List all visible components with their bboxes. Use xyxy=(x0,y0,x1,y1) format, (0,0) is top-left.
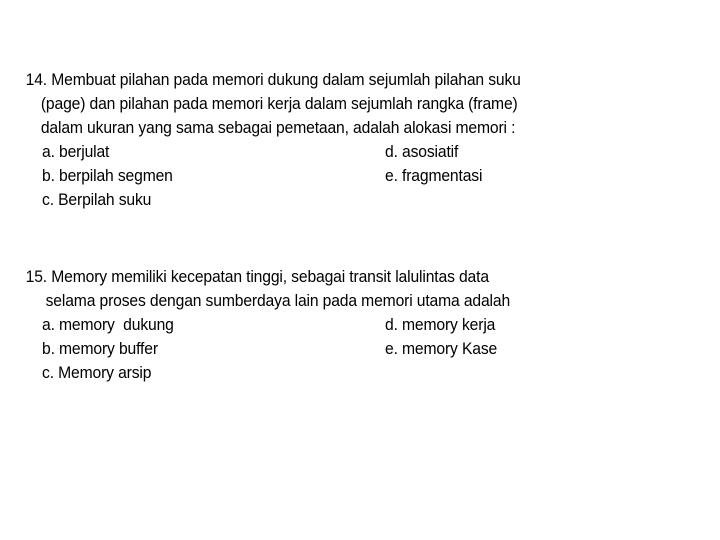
question-14-option-c[interactable]: c. Berpilah suku xyxy=(42,188,151,212)
question-15-stem-line-2: selama proses dengan sumberdaya lain pad… xyxy=(45,292,511,310)
question-15-option-a[interactable]: a. memory dukung xyxy=(42,313,174,337)
question-15-option-row-2: b. memory buffer e. memory Kase xyxy=(0,337,720,361)
slide-canvas: 14. Membuat pilahan pada memori dukung d… xyxy=(0,0,720,540)
question-15-stem-line-1: 15. Memory memiliki kecepatan tinggi, se… xyxy=(25,268,489,286)
question-14-option-row-3: c. Berpilah suku xyxy=(0,188,720,212)
question-14-option-d[interactable]: d. asosiatif xyxy=(385,140,458,164)
question-15-option-b[interactable]: b. memory buffer xyxy=(42,337,158,361)
question-15-option-e[interactable]: e. memory Kase xyxy=(385,337,497,361)
question-14-option-row-1: a. berjulat d. asosiatif xyxy=(0,140,720,164)
question-14-stem-line-1: 14. Membuat pilahan pada memori dukung d… xyxy=(25,71,521,89)
question-15-option-row-3: c. Memory arsip xyxy=(0,361,720,385)
question-block-15: 15. Memory memiliki kecepatan tinggi, se… xyxy=(0,265,720,385)
question-15-option-row-1: a. memory dukung d. memory kerja xyxy=(0,313,720,337)
question-14-option-e[interactable]: e. fragmentasi xyxy=(385,164,482,188)
question-15-option-c[interactable]: c. Memory arsip xyxy=(42,361,151,385)
question-14-option-row-2: b. berpilah segmen e. fragmentasi xyxy=(0,164,720,188)
question-14-option-a[interactable]: a. berjulat xyxy=(42,140,109,164)
question-14-option-b[interactable]: b. berpilah segmen xyxy=(42,164,173,188)
question-14-stem-line-2: (page) dan pilahan pada memori kerja dal… xyxy=(40,95,518,113)
question-15-option-d[interactable]: d. memory kerja xyxy=(385,313,495,337)
question-block-14: 14. Membuat pilahan pada memori dukung d… xyxy=(0,68,720,212)
question-14-stem-line-3: dalam ukuran yang sama sebagai pemetaan,… xyxy=(40,119,516,137)
